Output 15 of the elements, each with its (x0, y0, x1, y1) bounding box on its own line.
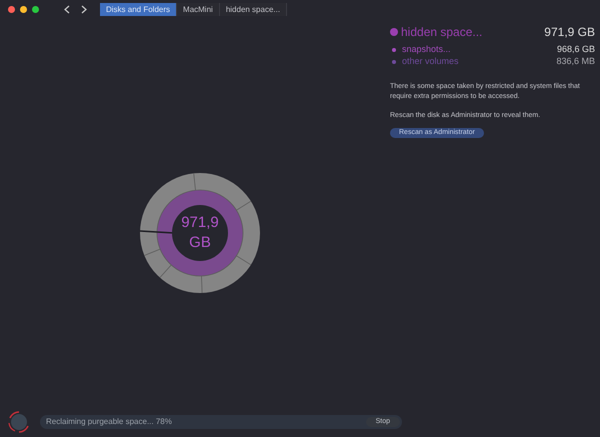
legend-value: 971,9 GB (544, 24, 595, 41)
legend-value: 836,6 MB (556, 55, 595, 68)
close-window-button[interactable] (8, 6, 15, 12)
minimize-window-button[interactable] (20, 6, 27, 12)
donut-center-unit: GB (189, 232, 211, 252)
breadcrumb-item[interactable]: hidden space... (220, 2, 288, 16)
legend-value: 968,6 GB (556, 43, 595, 56)
maximize-window-button[interactable] (32, 6, 39, 12)
status-text: Reclaiming purgeable space... 78% (46, 416, 172, 428)
back-icon[interactable] (64, 4, 70, 14)
forward-icon[interactable] (81, 4, 87, 14)
breadcrumb-item[interactable]: MacMini (177, 2, 220, 16)
donut-center-value: 971,9 (181, 212, 219, 232)
breadcrumb-item[interactable]: Disks and Folders (100, 2, 178, 16)
legend-label[interactable]: snapshots... (402, 43, 451, 57)
